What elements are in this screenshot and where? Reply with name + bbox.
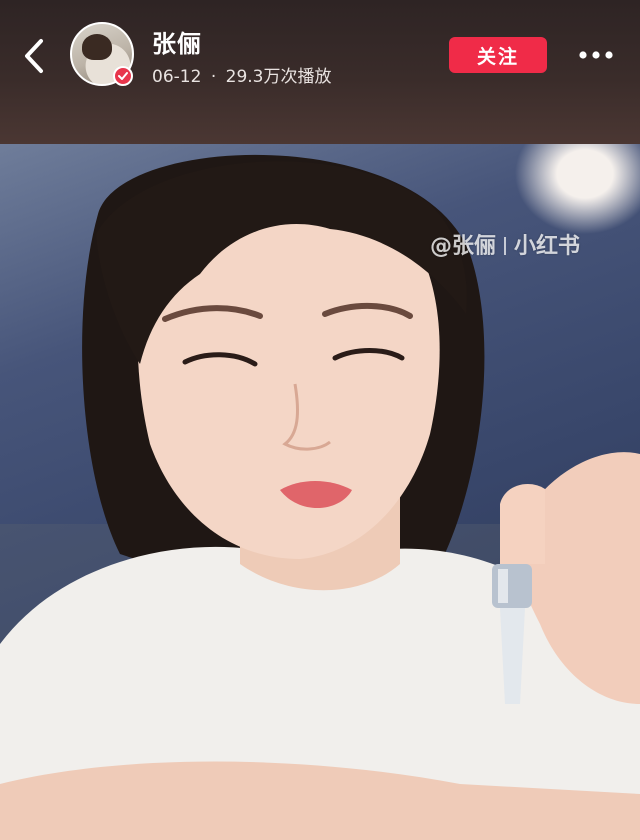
watermark-handle: @张俪 <box>430 234 497 259</box>
post-header: 张俪 06-12 · 29.3万次播放 关注 <box>0 0 640 144</box>
watermark-divider <box>504 237 507 255</box>
avatar-portrait <box>82 34 112 60</box>
video-post-screen: 张俪 06-12 · 29.3万次播放 关注 @张俪 小红书 <box>0 0 640 840</box>
author-name[interactable]: 张俪 <box>152 24 202 59</box>
back-button[interactable] <box>14 34 54 78</box>
watermark-brand: 小红书 <box>514 234 581 259</box>
video-watermark: @张俪 小红书 <box>430 228 580 260</box>
post-meta: 06-12 · 29.3万次播放 <box>152 62 331 87</box>
chevron-left-icon <box>25 39 43 73</box>
more-options-button[interactable] <box>574 40 618 70</box>
post-date: 06-12 <box>152 67 202 87</box>
video-player[interactable]: @张俪 小红书 <box>0 144 640 840</box>
more-dots-icon <box>579 51 613 59</box>
follow-button[interactable]: 关注 <box>449 37 547 73</box>
verified-check-icon <box>113 66 133 86</box>
play-count: 29.3万次播放 <box>225 67 332 87</box>
meta-separator: · <box>210 67 217 87</box>
